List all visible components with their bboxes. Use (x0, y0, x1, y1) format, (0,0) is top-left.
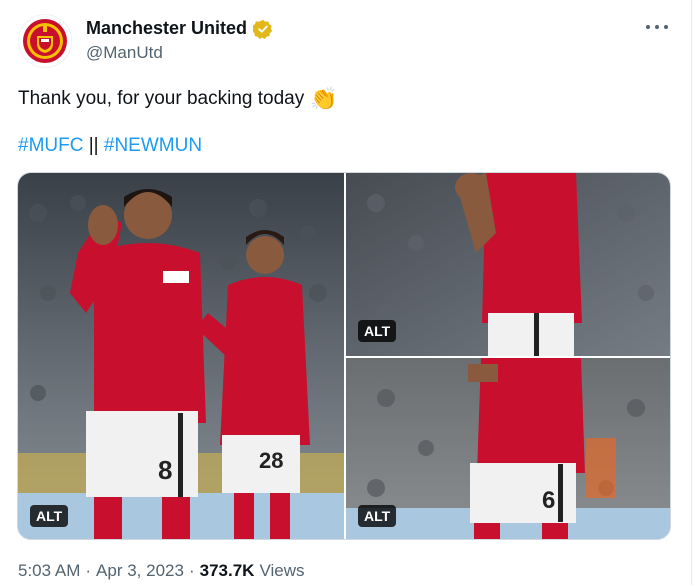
display-name[interactable]: Manchester United (86, 18, 247, 39)
meta-separator: · (188, 561, 195, 580)
clapping-hands-icon: 👏 (310, 86, 338, 111)
alt-badge[interactable]: ALT (358, 505, 397, 527)
hashtag-mufc[interactable]: #MUFC (18, 135, 83, 156)
alt-badge[interactable]: ALT (358, 320, 397, 342)
shirt-number-28: 28 (259, 448, 283, 473)
tweet-text: Thank you, for your backing today 👏 (18, 88, 338, 110)
post-time[interactable]: 5:03 AM (18, 561, 80, 581)
views-label: Views (259, 561, 305, 580)
shirt-number-6: 6 (542, 487, 555, 514)
shirt-number-8: 8 (158, 455, 172, 485)
more-horizontal-icon[interactable] (646, 20, 668, 34)
photo-2[interactable]: ALT (346, 173, 670, 356)
photo-1[interactable]: 28 8 ALT (18, 173, 344, 539)
views-count: 373.7K (199, 561, 255, 580)
tweet-meta: 5:03 AM · Apr 3, 2023 · 373.7K Views (18, 561, 305, 581)
tweet-header: Manchester United @ManUtd (18, 14, 678, 70)
meta-separator: · (85, 561, 92, 580)
hashtag-line: #MUFC || #NEWMUN (18, 135, 202, 157)
manchester-united-crest-icon (23, 19, 67, 63)
gold-verified-badge-icon[interactable] (253, 19, 273, 39)
media-grid: 28 8 ALT ALT 6 ALT (17, 172, 671, 540)
account-handle[interactable]: @ManUtd (86, 43, 273, 63)
account-names: Manchester United @ManUtd (86, 18, 273, 63)
alt-badge[interactable]: ALT (30, 505, 69, 527)
photo-3[interactable]: 6 ALT (346, 358, 670, 539)
hashtag-newmun[interactable]: #NEWMUN (104, 135, 202, 156)
hashtag-separator: || (88, 135, 99, 156)
timeline-border (691, 0, 692, 585)
avatar[interactable] (18, 14, 72, 68)
tweet-body: Thank you, for your backing today (18, 88, 305, 109)
post-date[interactable]: Apr 3, 2023 (96, 561, 184, 581)
